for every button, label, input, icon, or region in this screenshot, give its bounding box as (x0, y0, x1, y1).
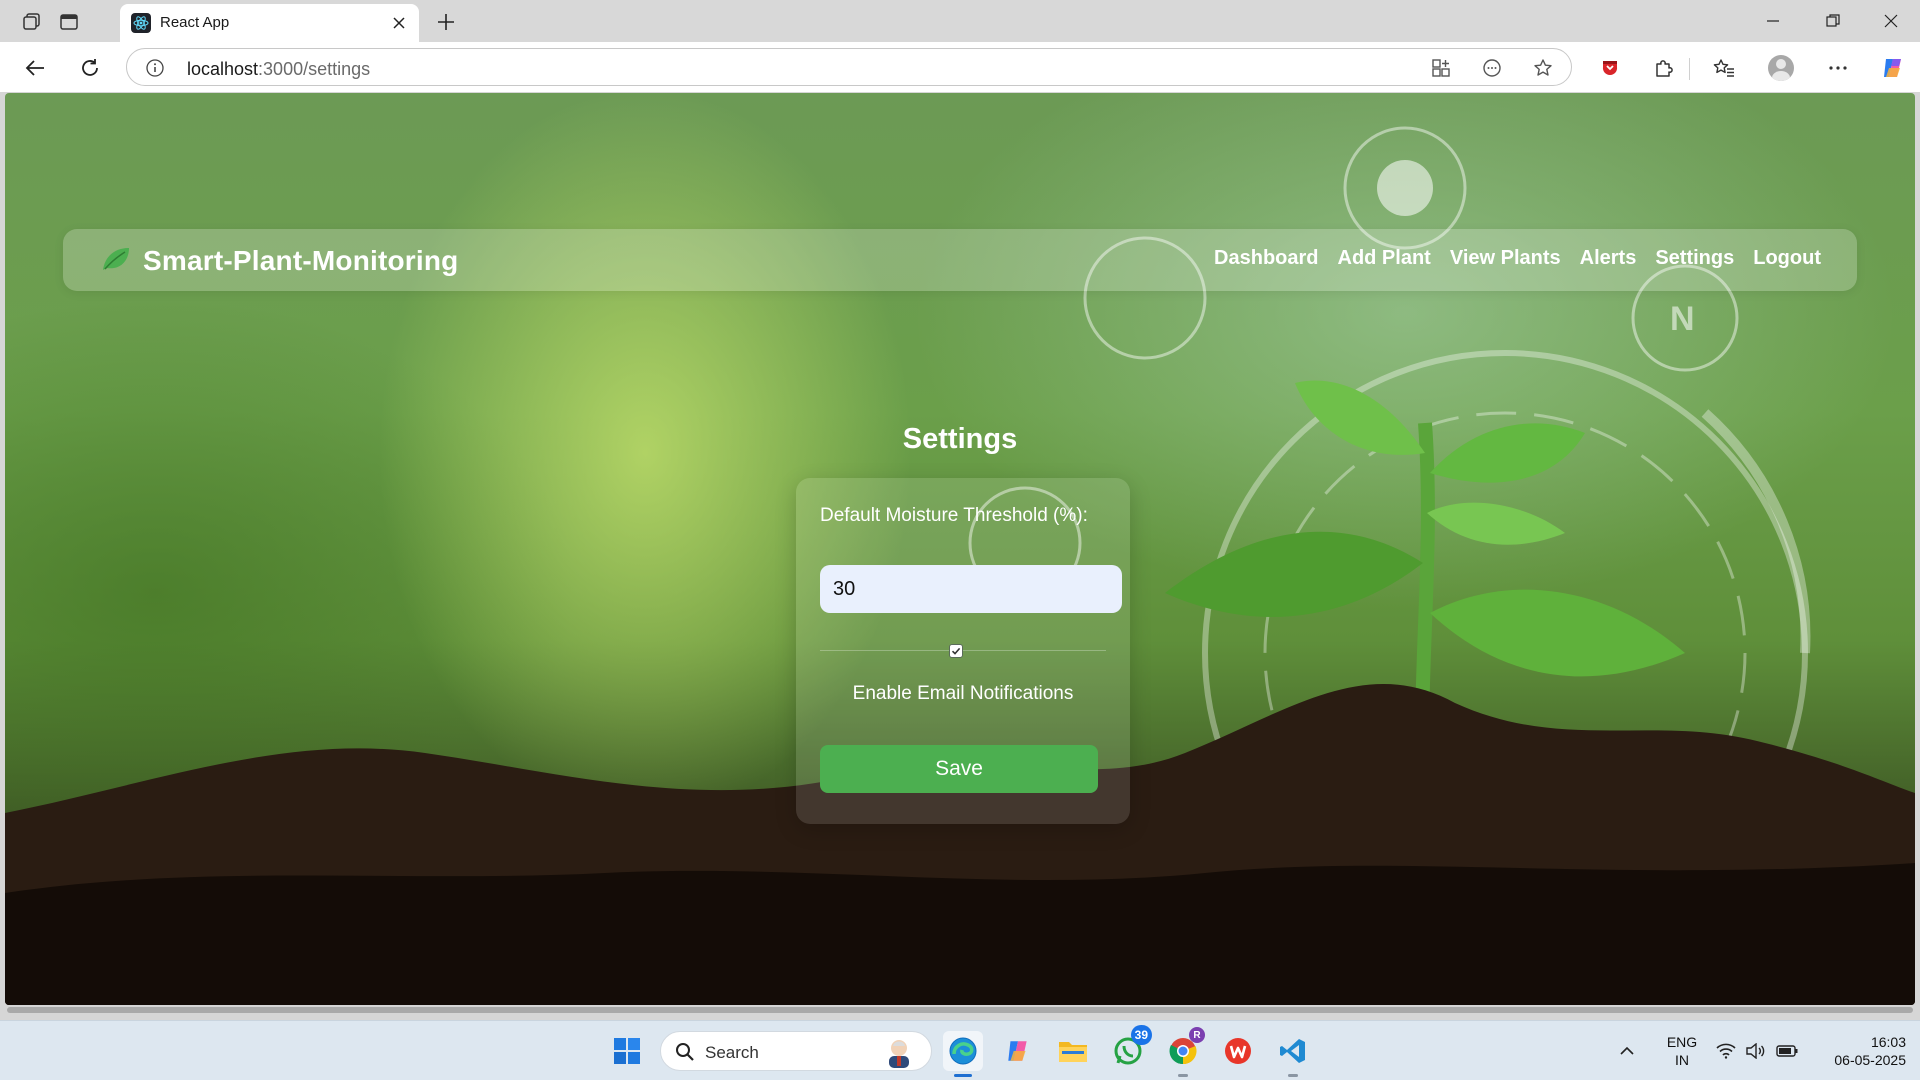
file-explorer-icon[interactable] (1053, 1031, 1093, 1071)
whatsapp-badge: 39 (1130, 1025, 1152, 1045)
restore-icon[interactable] (1810, 6, 1856, 36)
taskbar-search-box[interactable]: Search (660, 1031, 932, 1071)
favorite-star-icon[interactable] (1532, 57, 1554, 79)
new-tab-icon[interactable] (432, 8, 460, 36)
moisture-threshold-input[interactable] (820, 565, 1122, 613)
more-options-icon[interactable] (1825, 55, 1851, 81)
svg-text:N: N (1670, 300, 1695, 338)
windows-taskbar: Search 39 R ENG IN 16:03 06-05-2025 (0, 1020, 1920, 1080)
save-button[interactable]: Save (820, 745, 1098, 793)
app-navbar: Smart-Plant-Monitoring Dashboard Add Pla… (63, 229, 1857, 291)
horizontal-scrollbar[interactable] (5, 1005, 1915, 1015)
extension-shield-icon[interactable] (1597, 55, 1623, 81)
url-text[interactable]: localhost:3000/settings (187, 59, 370, 80)
nav-link-add-plant[interactable]: Add Plant (1338, 247, 1431, 270)
chrome-profile-badge: R (1189, 1027, 1205, 1043)
search-label: Search (705, 1043, 759, 1062)
vertical-tabs-icon[interactable] (56, 9, 82, 35)
back-arrow-icon[interactable] (20, 53, 50, 83)
nav-links: Dashboard Add Plant View Plants Alerts S… (1214, 247, 1821, 270)
reload-icon[interactable] (75, 53, 105, 83)
search-icon (675, 1042, 695, 1067)
whatsapp-icon[interactable]: 39 (1108, 1025, 1152, 1071)
nav-link-view-plants[interactable]: View Plants (1450, 247, 1561, 270)
nav-link-alerts[interactable]: Alerts (1580, 247, 1637, 270)
clock-time: 16:03 (1870, 1034, 1906, 1050)
tab-title: React App (160, 14, 230, 31)
scrollbar-thumb[interactable] (7, 1007, 1913, 1013)
minimize-icon[interactable] (1750, 6, 1796, 36)
tab-close-icon[interactable] (387, 11, 411, 35)
language-indicator[interactable]: ENG IN (1662, 1033, 1702, 1069)
copilot-icon[interactable] (1880, 55, 1906, 81)
url-path: :3000/settings (258, 59, 371, 79)
region-code: IN (1675, 1052, 1689, 1068)
volume-icon[interactable] (1744, 1031, 1768, 1071)
site-info-icon[interactable] (145, 58, 165, 78)
vscode-icon[interactable] (1273, 1031, 1313, 1077)
language-code: ENG (1666, 1034, 1698, 1050)
extensions-puzzle-icon[interactable] (1651, 55, 1677, 81)
checkbox-divider (820, 650, 1106, 651)
close-window-icon[interactable] (1868, 6, 1914, 36)
clock[interactable]: 16:03 06-05-2025 (1810, 1033, 1906, 1069)
wps-office-icon[interactable] (1218, 1031, 1258, 1071)
nav-link-logout[interactable]: Logout (1753, 247, 1821, 270)
wifi-icon[interactable] (1714, 1031, 1738, 1071)
show-hidden-icons-chevron-icon[interactable] (1613, 1031, 1641, 1071)
favorites-icon[interactable] (1711, 55, 1737, 81)
leaf-logo-icon (101, 246, 131, 277)
copilot-taskbar-icon[interactable] (998, 1031, 1038, 1071)
checkmark-icon (951, 647, 961, 655)
windows-start-icon[interactable] (607, 1031, 647, 1071)
nav-link-settings[interactable]: Settings (1655, 247, 1734, 270)
email-notifications-checkbox[interactable] (949, 644, 963, 658)
brand-name: Smart-Plant-Monitoring (143, 245, 459, 276)
browser-toolbar: localhost:3000/settings (0, 42, 1920, 92)
email-notifications-label[interactable]: Enable Email Notifications (796, 683, 1130, 705)
workspaces-icon[interactable] (19, 9, 45, 35)
browser-tab-strip: React App (0, 0, 1920, 42)
active-tab[interactable]: React App (120, 4, 419, 42)
app-available-icon[interactable] (1430, 57, 1452, 79)
moisture-threshold-label: Default Moisture Threshold (%): (820, 505, 1088, 526)
toolbar-divider (1689, 58, 1690, 80)
page-title: Settings (902, 423, 1018, 455)
url-host: localhost (187, 59, 259, 79)
page-viewport: N Smart-Plant-Monitoring Dashboard Add P… (5, 93, 1915, 1005)
react-favicon-icon (131, 13, 151, 33)
search-highlight-icon (879, 1036, 919, 1068)
battery-icon[interactable] (1774, 1031, 1800, 1071)
edge-taskbar-icon[interactable] (943, 1031, 983, 1077)
read-aloud-icon[interactable] (1481, 57, 1503, 79)
nav-link-dashboard[interactable]: Dashboard (1214, 247, 1318, 270)
clock-date: 06-05-2025 (1834, 1052, 1906, 1068)
address-bar[interactable]: localhost:3000/settings (126, 48, 1572, 86)
chrome-icon[interactable]: R (1163, 1027, 1205, 1077)
profile-avatar-icon[interactable] (1768, 55, 1794, 81)
brand[interactable]: Smart-Plant-Monitoring (101, 245, 459, 277)
settings-form-card: Default Moisture Threshold (%): Enable E… (796, 478, 1130, 824)
